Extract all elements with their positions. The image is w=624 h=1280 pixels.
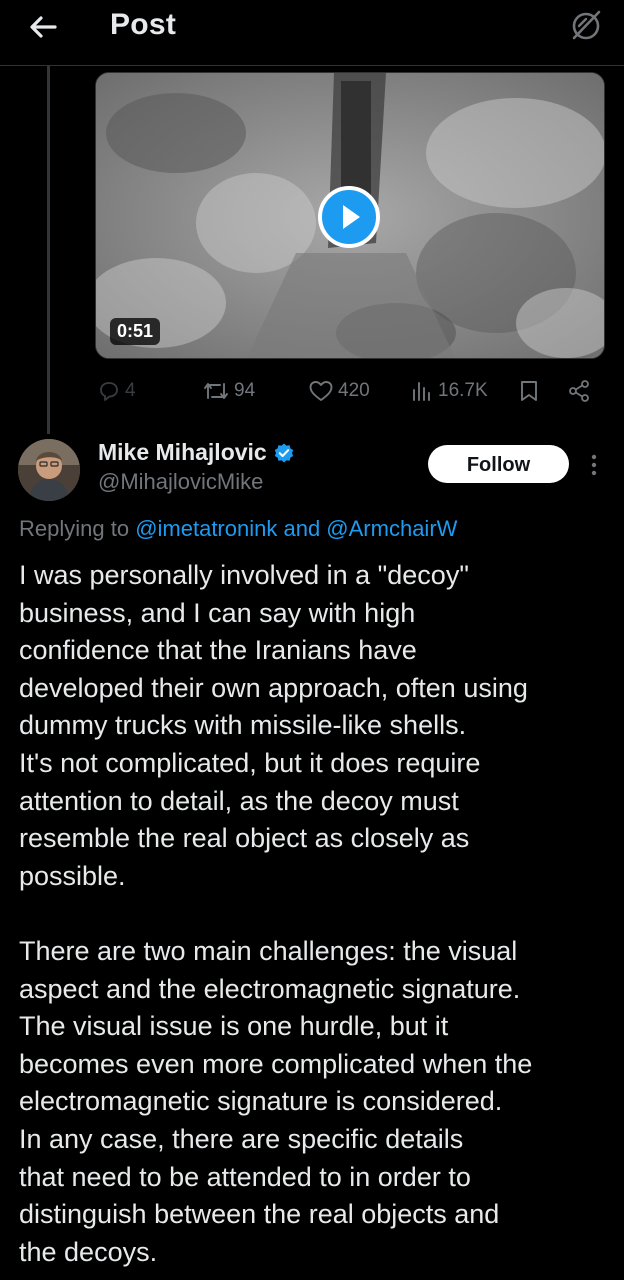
repost-button[interactable]: 94 bbox=[202, 374, 255, 408]
video-duration-badge: 0:51 bbox=[110, 318, 161, 345]
views-icon bbox=[413, 382, 430, 401]
thread-connector-line bbox=[47, 66, 50, 434]
reply-count: 4 bbox=[125, 380, 136, 401]
bookmark-icon bbox=[521, 381, 537, 401]
body-line: I was personally involved in a "decoy" bbox=[19, 560, 469, 590]
verified-badge-icon bbox=[274, 443, 293, 462]
body-line: business, and I can say with high bbox=[19, 597, 416, 628]
mention-link[interactable]: @imetatronink bbox=[135, 516, 277, 541]
body-line: In any case, there are specific details bbox=[19, 1123, 464, 1154]
view-count: 16.7K bbox=[438, 380, 488, 401]
back-button[interactable] bbox=[26, 10, 60, 44]
post-action-bar: 4 94 420 16.7K bbox=[95, 374, 605, 408]
body-line: attention to detail, as the decoy must bbox=[19, 785, 459, 816]
top-bar: Post bbox=[0, 0, 624, 66]
body-line: aspect and the electromagnetic signature… bbox=[19, 973, 521, 1004]
reply-icon bbox=[100, 382, 118, 401]
author-name-text: Mike Mihajlovic bbox=[98, 439, 267, 465]
mention-joiner[interactable]: and bbox=[277, 516, 326, 541]
heart-icon bbox=[309, 381, 333, 401]
follow-button[interactable]: Follow bbox=[428, 445, 569, 483]
share-icon bbox=[569, 380, 589, 402]
replying-to: Replying to @imetatronink and @ArmchairW bbox=[19, 516, 457, 542]
more-vertical-icon bbox=[591, 454, 597, 476]
body-line: that need to be attended to in order to bbox=[19, 1161, 471, 1192]
page-title: Post bbox=[110, 8, 177, 41]
post-body-text: I was personally involved in a "decoy" b… bbox=[19, 557, 615, 1271]
avatar[interactable] bbox=[18, 439, 80, 501]
repost-count: 94 bbox=[234, 380, 256, 401]
mention-link[interactable]: @ArmchairW bbox=[326, 516, 457, 541]
repost-icon bbox=[204, 383, 228, 399]
video-player[interactable]: 0:51 bbox=[95, 72, 605, 359]
views-button[interactable]: 16.7K bbox=[410, 374, 488, 408]
reply-button[interactable]: 4 bbox=[97, 374, 136, 408]
like-button[interactable]: 420 bbox=[308, 374, 370, 408]
bookmark-button[interactable] bbox=[518, 374, 540, 408]
body-line: confidence that the Iranians have bbox=[19, 635, 417, 666]
play-icon bbox=[343, 205, 360, 229]
like-count: 420 bbox=[338, 380, 370, 401]
arrow-left-icon bbox=[30, 16, 57, 38]
body-line: the decoys. bbox=[19, 1236, 158, 1267]
grok-button[interactable] bbox=[566, 6, 606, 46]
author-handle[interactable]: @MihajlovicMike bbox=[98, 469, 263, 495]
avatar-image bbox=[18, 439, 80, 501]
grok-icon bbox=[572, 10, 601, 40]
replying-to-prefix: Replying to bbox=[19, 516, 136, 541]
body-line: possible. bbox=[19, 860, 126, 891]
body-line: developed their own approach, often usin… bbox=[19, 672, 528, 703]
more-options-button[interactable] bbox=[582, 450, 606, 480]
author-name[interactable]: Mike Mihajlovic bbox=[98, 439, 295, 466]
post-author: Mike Mihajlovic @MihajlovicMike Follow bbox=[0, 432, 624, 512]
body-line: It's not complicated, but it does requir… bbox=[19, 747, 481, 778]
body-line: dummy trucks with missile-like shells. bbox=[19, 710, 467, 741]
body-line: distinguish between the real objects and bbox=[19, 1199, 500, 1230]
body-line: becomes even more complicated when the bbox=[19, 1048, 533, 1079]
body-line: The visual issue is one hurdle, but it bbox=[19, 1011, 449, 1042]
share-button[interactable] bbox=[567, 374, 591, 408]
body-line: There are two main challenges: the visua… bbox=[19, 935, 518, 966]
body-line: resemble the real object as closely as bbox=[19, 823, 470, 854]
play-button[interactable] bbox=[318, 186, 380, 248]
body-line: electromagnetic signature is considered. bbox=[19, 1086, 503, 1117]
